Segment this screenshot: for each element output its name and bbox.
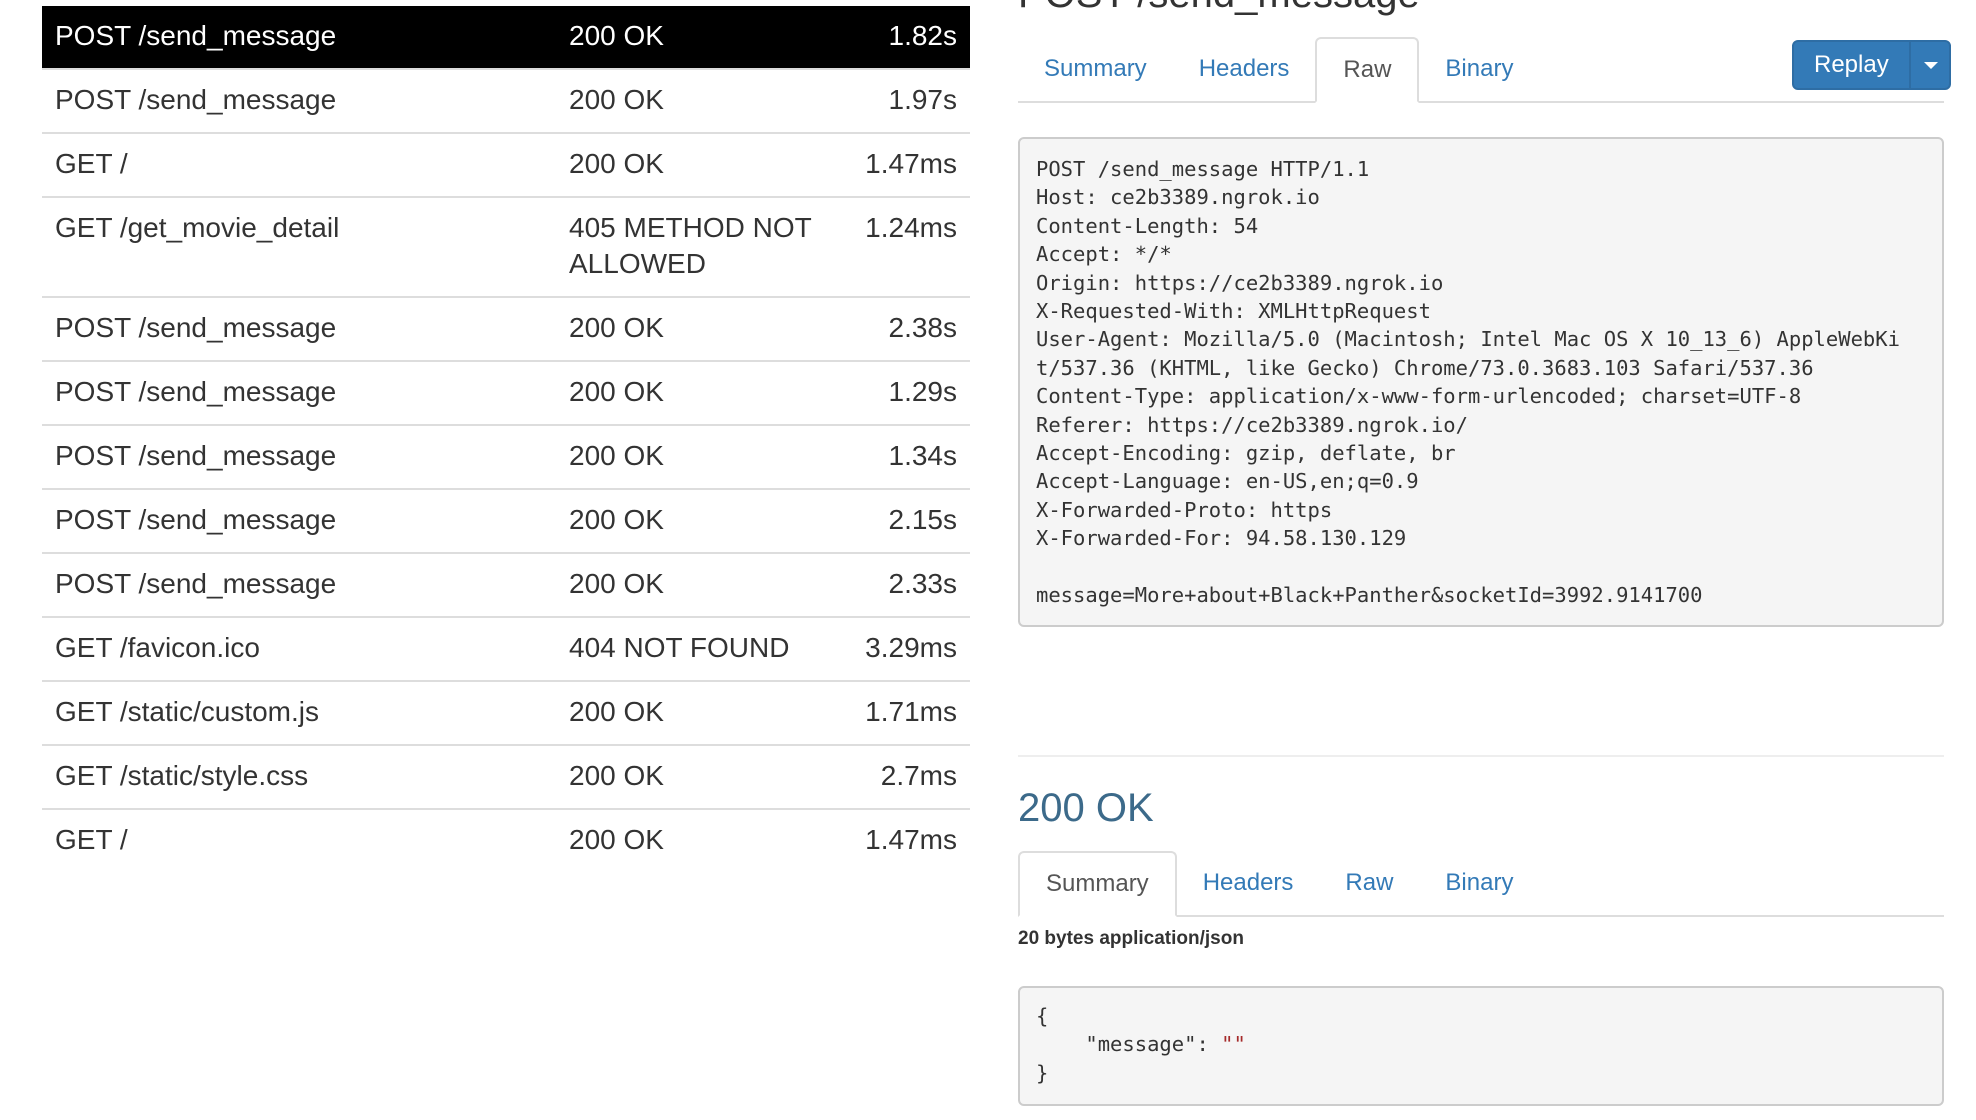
replay-button[interactable]: Replay [1794,42,1909,88]
raw-line: Content-Type: application/x-www-form-url… [1036,384,1802,409]
request-row[interactable]: POST /send_message 200 OK 2.38s [42,296,970,361]
response-json-box: { "message": "" } [1018,986,1944,1106]
raw-line: Referer: https://ce2b3389.ngrok.io/ [1036,412,1468,437]
request-status: 200 OK [556,744,844,809]
request-path: GET /static/custom.js [42,680,556,745]
request-row[interactable]: POST /send_message 200 OK 2.15s [42,488,970,553]
raw-line: Content-Length: 54 [1036,213,1259,238]
request-time: 2.33s [844,552,970,617]
request-time: 1.47ms [844,808,970,872]
json-key: "message": [1036,1032,1222,1057]
tab-binary[interactable]: Binary [1419,37,1539,101]
request-row[interactable]: GET /get_movie_detail 405 METHOD NOT ALLO… [42,196,970,297]
section-divider [1018,755,1944,757]
tab-raw[interactable]: Raw [1315,37,1420,103]
request-time: 1.47ms [844,132,970,197]
request-path: GET /get_movie_detail [42,196,556,297]
request-status: 200 OK [556,6,844,69]
raw-line: t/537.36 (KHTML, like Gecko) Chrome/73.0… [1036,355,1814,380]
replay-dropdown-caret-icon[interactable] [1908,42,1949,88]
request-title: POST /send_message [1018,0,1420,17]
request-status: 200 OK [556,552,844,617]
json-value: "" [1221,1032,1246,1057]
request-row[interactable]: POST /send_message 200 OK 1.97s [42,68,970,133]
request-row[interactable]: GET /200 OK 1.47ms [42,808,970,872]
raw-line: Accept-Language: en-US,en;q=0.9 [1036,469,1419,494]
request-list-table: POST /send_message 200 OK 1.82s POST /send_… [42,6,970,872]
request-path: POST /send_message [42,424,556,489]
request-path: POST /send_message [42,68,556,133]
request-status: 200 OK [556,488,844,553]
request-status: 405 METHOD NOT ALLOWED [556,196,844,297]
tab-summary[interactable]: Summary [1018,37,1173,101]
request-list-body: POST /send_message 200 OK 1.82s POST /send_… [42,6,970,872]
request-status: 200 OK [556,296,844,361]
response-tabs: Summary Headers Raw Binary [1018,851,1944,917]
raw-line: POST /send_message HTTP/1.1 [1036,157,1370,181]
request-time: 2.7ms [844,744,970,809]
request-path: GET / [42,132,556,197]
raw-line: User-Agent: Mozilla/5.0 (Macintosh; Inte… [1036,327,1900,352]
raw-line: Origin: https://ce2b3389.ngrok.io [1036,270,1444,295]
raw-line: X-Forwarded-Proto: https [1036,497,1333,522]
request-status: 200 OK [556,360,844,425]
request-status: 404 NOT FOUND [556,616,844,681]
raw-line: Accept-Encoding: gzip, deflate, br [1036,441,1456,466]
request-row[interactable]: POST /send_message 200 OK 1.82s [42,6,970,69]
request-time: 2.15s [844,488,970,553]
raw-line: X-Requested-With: XMLHttpRequest [1036,299,1431,324]
response-title: 200 OK [1018,786,1154,830]
request-path: GET /favicon.ico [42,616,556,681]
request-status: 200 OK [556,680,844,745]
request-time: 1.71ms [844,680,970,745]
raw-line: message=More+about+Black+Panther&socketI… [1036,583,1703,608]
request-time: 1.29s [844,360,970,425]
replay-button-group: Replay [1792,40,1951,90]
tab-summary[interactable]: Summary [1018,851,1177,917]
request-row[interactable]: POST /send_message 200 OK 1.34s [42,424,970,489]
request-path: POST /send_message [42,552,556,617]
raw-line [1036,553,1926,581]
request-path: GET / [42,808,556,872]
request-time: 1.82s [844,6,970,69]
tab-raw[interactable]: Raw [1319,851,1419,915]
raw-line: X-Forwarded-For: 94.58.130.129 [1036,526,1407,551]
raw-line: Host: ce2b3389.ngrok.io [1036,185,1320,210]
request-time: 3.29ms [844,616,970,681]
response-meta: 20 bytes application/json [1018,928,1244,949]
request-row[interactable]: GET /200 OK 1.47ms [42,132,970,197]
request-time: 1.97s [844,68,970,133]
raw-line: Accept: */* [1036,242,1172,267]
request-path: POST /send_message [42,488,556,553]
request-status: 200 OK [556,808,844,872]
request-status: 200 OK [556,68,844,133]
json-open-brace: { [1036,1004,1049,1028]
request-row[interactable]: GET /static/custom.js 200 OK 1.71ms [42,680,970,745]
request-status: 200 OK [556,132,844,197]
json-close-brace: } [1036,1060,1049,1085]
tab-binary[interactable]: Binary [1419,851,1539,915]
request-row[interactable]: GET /static/style.css 200 OK 2.7ms [42,744,970,809]
request-path: POST /send_message [42,296,556,361]
tab-headers[interactable]: Headers [1177,851,1320,915]
request-path: POST /send_message [42,360,556,425]
request-time: 1.24ms [844,196,970,297]
raw-request-box: POST /send_message HTTP/1.1 Host: ce2b338… [1018,137,1944,627]
request-row[interactable]: GET /favicon.ico 404 NOT FOUND 3.29ms [42,616,970,681]
request-path: GET /static/style.css [42,744,556,809]
request-row[interactable]: POST /send_message 200 OK 2.33s [42,552,970,617]
request-time: 1.34s [844,424,970,489]
request-time: 2.38s [844,296,970,361]
request-row[interactable]: POST /send_message 200 OK 1.29s [42,360,970,425]
request-status: 200 OK [556,424,844,489]
tab-headers[interactable]: Headers [1173,37,1316,101]
request-path: POST /send_message [42,6,556,69]
